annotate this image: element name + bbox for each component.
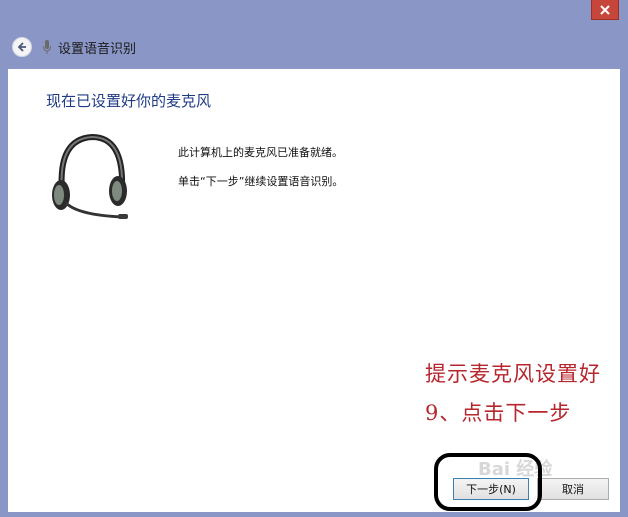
cancel-button[interactable]: 取消 xyxy=(537,478,609,500)
next-button[interactable]: 下一步(N) xyxy=(453,478,529,500)
navigation-bar: 设置语音识别 xyxy=(8,30,620,64)
back-arrow-icon xyxy=(17,42,26,52)
wizard-content: 现在已设置好你的麦克风 此计算机上的麦克风已准备就绪。 单击“下一步”继续设置语… xyxy=(8,69,620,512)
status-text: 此计算机上的麦克风已准备就绪。 xyxy=(178,146,343,159)
back-button[interactable] xyxy=(12,37,32,57)
microphone-icon xyxy=(42,39,52,55)
window-title: 设置语音识别 xyxy=(58,41,137,57)
headset-icon xyxy=(44,129,134,233)
page-heading: 现在已设置好你的麦克风 xyxy=(46,92,212,110)
annotation-line-2: 9、点击下一步 xyxy=(425,401,572,425)
instruction-text: 单击“下一步”继续设置语音识别。 xyxy=(178,175,344,188)
annotation-line-1: 提示麦克风设置好 xyxy=(425,362,601,386)
close-button[interactable] xyxy=(591,0,619,20)
close-icon xyxy=(600,4,610,15)
